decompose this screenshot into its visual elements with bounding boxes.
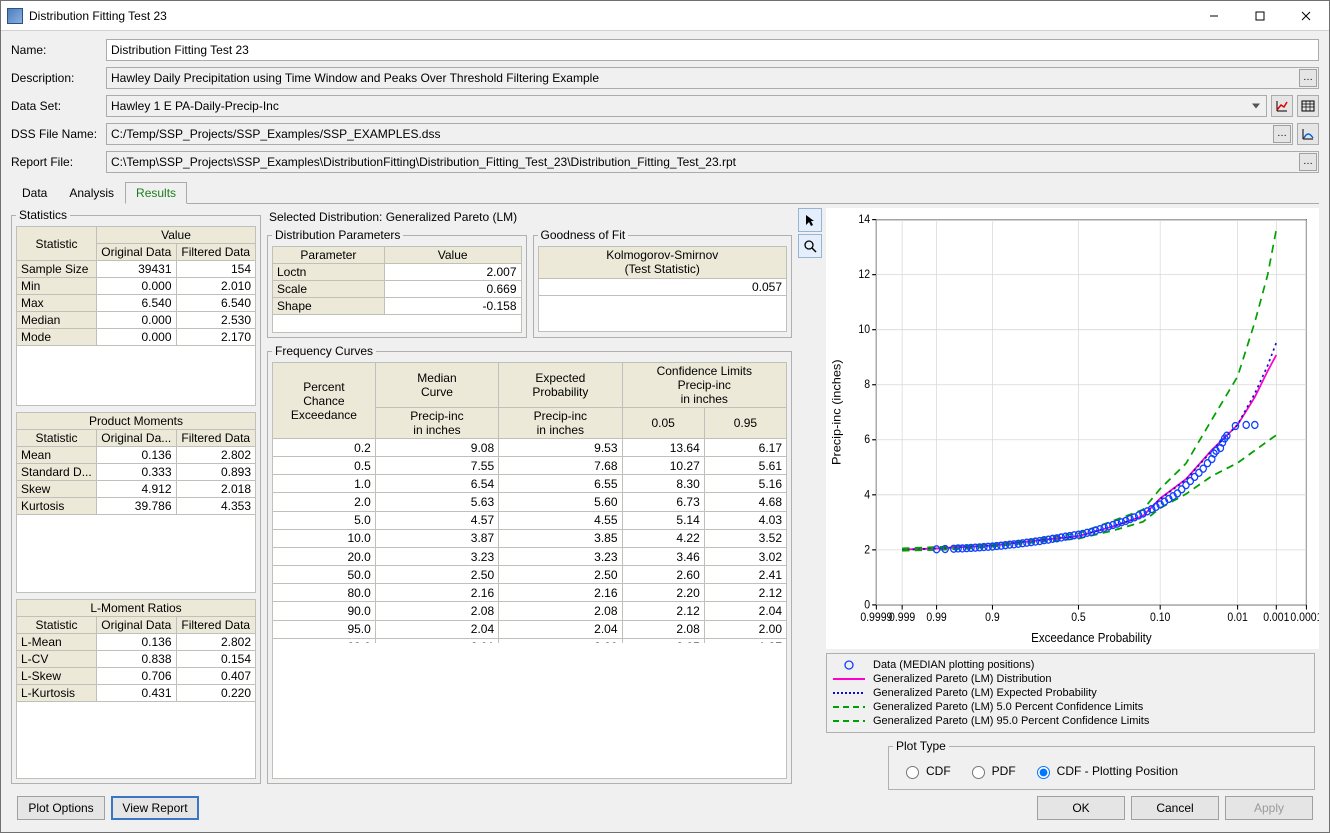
legend-cl95: Generalized Pareto (LM) 95.0 Percent Con… — [831, 714, 1310, 728]
name-label: Name: — [11, 43, 106, 57]
svg-text:0.99: 0.99 — [926, 612, 946, 625]
dist-params-fieldset: Distribution Parameters ParameterValue L… — [267, 228, 527, 338]
product-moments-table: Product Moments StatisticOriginal Da...F… — [16, 412, 256, 515]
window-title: Distribution Fitting Test 23 — [29, 9, 1191, 23]
window-buttons — [1191, 1, 1329, 30]
tab-data[interactable]: Data — [11, 182, 58, 204]
svg-text:12: 12 — [858, 269, 870, 282]
svg-text:6: 6 — [864, 434, 870, 447]
svg-text:4: 4 — [864, 489, 870, 502]
svg-text:0.0001: 0.0001 — [1290, 612, 1319, 625]
tab-results[interactable]: Results — [125, 182, 187, 204]
dataset-table-icon[interactable] — [1297, 95, 1319, 117]
freq-table: PercentChanceExceedance MedianCurve Expe… — [272, 362, 787, 643]
tabs: Data Analysis Results — [11, 181, 1319, 204]
svg-text:8: 8 — [864, 379, 870, 392]
lmoment-table: L-Moment Ratios StatisticOriginal DataFi… — [16, 599, 256, 702]
svg-text:Exceedance Probability: Exceedance Probability — [1031, 630, 1152, 645]
body-area: Name: Description: Hawley Daily Precipit… — [1, 31, 1329, 832]
maximize-button[interactable] — [1237, 1, 1283, 30]
radio-cdf-pp[interactable]: CDF - Plotting Position — [1032, 763, 1178, 779]
legend-data: Data (MEDIAN plotting positions) — [831, 658, 1310, 672]
svg-text:0.9: 0.9 — [985, 612, 1000, 625]
report-field[interactable]: C:\Temp\SSP_Projects\SSP_Examples\Distri… — [106, 151, 1319, 173]
chart-area: 0 2 4 6 8 10 12 14 0.99990.999 0.99 0.9 0.5 0.10 0.01… — [798, 208, 1319, 649]
description-label: Description: — [11, 71, 106, 85]
svg-text:0: 0 — [864, 599, 870, 612]
chart-legend: Data (MEDIAN plotting positions) General… — [826, 653, 1315, 733]
lmoment-block: L-Moment Ratios StatisticOriginal DataFi… — [16, 599, 256, 779]
dataset-label: Data Set: — [11, 99, 106, 113]
gof-value: 0.057 — [538, 278, 788, 296]
app-icon — [7, 8, 23, 24]
freq-curves-fieldset: Frequency Curves PercentChanceExceedance… — [267, 344, 792, 784]
selected-distribution-label: Selected Distribution: Generalized Paret… — [267, 208, 792, 228]
chart-tools — [798, 208, 824, 649]
cancel-button[interactable]: Cancel — [1131, 796, 1219, 820]
footer-bar: Plot Options View Report OK Cancel Apply — [11, 790, 1319, 826]
ok-button[interactable]: OK — [1037, 796, 1125, 820]
plot-type-fieldset: Plot Type CDF PDF CDF - Plotting Positio… — [888, 739, 1315, 790]
radio-pdf[interactable]: PDF — [967, 763, 1016, 779]
svg-text:Precip-inc (inches): Precip-inc (inches) — [830, 359, 843, 465]
svg-text:2: 2 — [864, 544, 870, 557]
apply-button[interactable]: Apply — [1225, 796, 1313, 820]
dss-ellipsis-button[interactable]: … — [1273, 125, 1291, 143]
dss-plot-icon[interactable] — [1297, 123, 1319, 145]
report-ellipsis-button[interactable]: … — [1299, 153, 1317, 171]
tab-analysis[interactable]: Analysis — [58, 182, 125, 204]
description-ellipsis-button[interactable]: … — [1299, 69, 1317, 87]
dataset-select[interactable]: Hawley 1 E PA-Daily-Precip-Inc — [106, 95, 1267, 117]
svg-text:0.10: 0.10 — [1150, 612, 1170, 625]
radio-cdf[interactable]: CDF — [901, 763, 951, 779]
results-pane: Statistics StatisticValue Original DataF… — [11, 204, 1319, 790]
legend-cl5: Generalized Pareto (LM) 5.0 Percent Conf… — [831, 700, 1310, 714]
minimize-button[interactable] — [1191, 1, 1237, 30]
plot-options-button[interactable]: Plot Options — [17, 796, 105, 820]
header-form: Name: Description: Hawley Daily Precipit… — [11, 39, 1319, 173]
dist-params-table: ParameterValue Loctn2.007Scale0.669Shape… — [272, 246, 522, 315]
title-bar: Distribution Fitting Test 23 — [1, 1, 1329, 31]
report-label: Report File: — [11, 155, 106, 169]
dss-field[interactable]: C:/Temp/SSP_Projects/SSP_Examples/SSP_EX… — [106, 123, 1293, 145]
pointer-tool-icon[interactable] — [798, 208, 822, 232]
basic-stats-block: StatisticValue Original DataFiltered Dat… — [16, 226, 256, 406]
svg-text:10: 10 — [858, 324, 870, 337]
zoom-tool-icon[interactable] — [798, 234, 822, 258]
main-window: Distribution Fitting Test 23 Name: Descr… — [0, 0, 1330, 833]
legend-dist: Generalized Pareto (LM) Distribution — [831, 672, 1310, 686]
close-button[interactable] — [1283, 1, 1329, 30]
svg-text:0.001: 0.001 — [1263, 612, 1289, 625]
description-field[interactable]: Hawley Daily Precipitation using Time Wi… — [106, 67, 1319, 89]
dataset-plot-icon[interactable] — [1271, 95, 1293, 117]
svg-text:14: 14 — [858, 214, 870, 227]
gof-fieldset: Goodness of Fit Kolmogorov-Smirnov(Test … — [533, 228, 793, 338]
svg-text:0.9999: 0.9999 — [860, 612, 892, 625]
svg-text:0.5: 0.5 — [1071, 612, 1086, 625]
view-report-button[interactable]: View Report — [111, 796, 199, 820]
gof-table: Kolmogorov-Smirnov(Test Statistic) — [538, 246, 788, 279]
basic-stats-table: StatisticValue Original DataFiltered Dat… — [16, 226, 256, 346]
statistics-fieldset: Statistics StatisticValue Original DataF… — [11, 208, 261, 784]
product-moments-block: Product Moments StatisticOriginal Da...F… — [16, 412, 256, 592]
middle-column: Selected Distribution: Generalized Paret… — [267, 208, 792, 790]
name-field[interactable] — [106, 39, 1319, 61]
legend-exp: Generalized Pareto (LM) Expected Probabi… — [831, 686, 1310, 700]
svg-text:0.999: 0.999 — [889, 612, 915, 625]
chart-column: 0 2 4 6 8 10 12 14 0.99990.999 0.99 0.9 0.5 0.10 0.01… — [798, 208, 1319, 790]
svg-text:0.01: 0.01 — [1227, 612, 1247, 625]
exceedance-chart[interactable]: 0 2 4 6 8 10 12 14 0.99990.999 0.99 0.9 0.5 0.10 0.01… — [826, 208, 1319, 649]
statistics-legend: Statistics — [16, 208, 70, 222]
dss-label: DSS File Name: — [11, 127, 106, 141]
